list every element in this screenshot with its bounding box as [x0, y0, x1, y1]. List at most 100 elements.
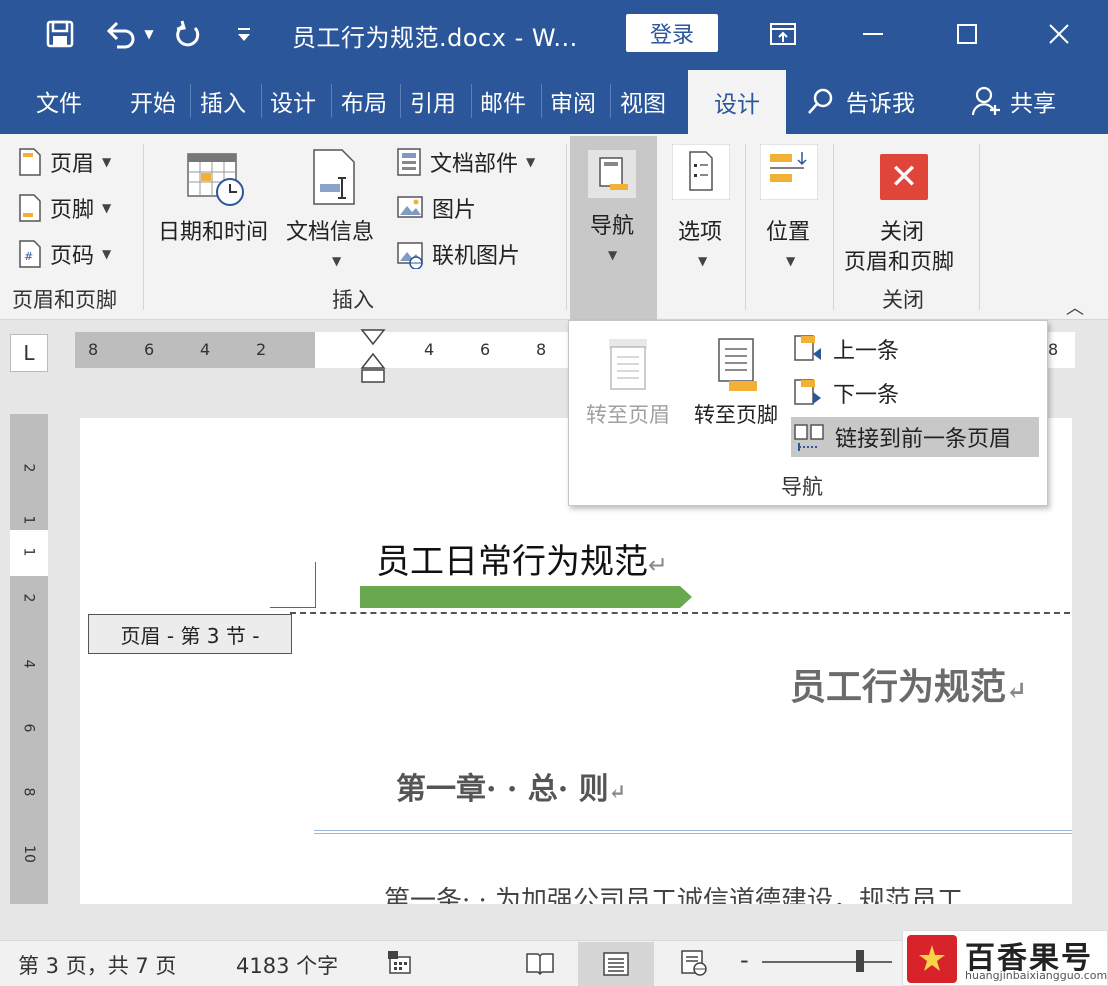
- body-paragraph[interactable]: 第一条· · 为加强公司员工诚信道德建设，规范员工: [384, 880, 963, 904]
- tab-insert[interactable]: 插入: [200, 68, 246, 134]
- online-pictures-button[interactable]: 联机图片: [396, 238, 520, 270]
- close-red-x-icon: ✕: [880, 154, 928, 200]
- page-count[interactable]: 第 3 页，共 7 页: [18, 950, 176, 980]
- indent-marker-icon[interactable]: [360, 328, 386, 384]
- goto-footer-button[interactable]: 转至页脚: [681, 329, 791, 429]
- tab-mailings[interactable]: 邮件: [480, 68, 526, 134]
- chevron-down-icon: ▼: [698, 254, 708, 268]
- ribbon-display-options-icon[interactable]: [766, 14, 800, 54]
- ruler-number: 6: [480, 340, 491, 359]
- chapter-heading[interactable]: 第一章· · 总· 则↵: [396, 764, 626, 808]
- print-layout-icon[interactable]: [578, 942, 654, 986]
- macro-record-icon[interactable]: [384, 946, 416, 980]
- pictures-label: 图片: [432, 198, 477, 223]
- tab-home[interactable]: 开始: [130, 68, 176, 134]
- close-label-line1: 关闭: [880, 220, 925, 245]
- date-time-button[interactable]: 日期和时间: [154, 144, 278, 254]
- chevron-down-icon: ▼: [526, 155, 536, 169]
- goto-header-label: 转至页眉: [586, 403, 670, 427]
- dropdown-group-label: 导航: [781, 475, 823, 499]
- zoom-slider-thumb[interactable]: [856, 950, 864, 972]
- goto-header-button[interactable]: 转至页眉: [573, 329, 683, 429]
- customize-quick-access-icon[interactable]: [232, 14, 256, 54]
- tab-header-footer-design[interactable]: 设计: [688, 70, 786, 134]
- minimize-icon[interactable]: [856, 14, 890, 54]
- position-label: 位置: [766, 220, 811, 245]
- tab-separator: [471, 84, 472, 118]
- tab-separator: [331, 84, 332, 118]
- online-picture-icon: [397, 242, 423, 269]
- tab-layout[interactable]: 布局: [341, 68, 387, 134]
- tab-view[interactable]: 视图: [620, 68, 666, 134]
- navigation-icon: [588, 150, 636, 198]
- chevron-down-icon: ▼: [786, 254, 796, 268]
- navigation-button[interactable]: 导航 ▼: [570, 136, 657, 320]
- online-pictures-label: 联机图片: [432, 244, 521, 269]
- tell-me-search[interactable]: 告诉我: [806, 68, 915, 134]
- ruler-number: 10: [20, 845, 37, 863]
- undo-icon[interactable]: [100, 14, 140, 54]
- tab-design[interactable]: 设计: [270, 68, 316, 134]
- footer-button[interactable]: 页脚 ▼: [18, 192, 111, 224]
- zoom-slider-track[interactable]: [762, 961, 892, 963]
- maximize-icon[interactable]: [950, 14, 984, 54]
- document-info-icon: [313, 149, 355, 205]
- next-section-button[interactable]: 下一条: [791, 373, 899, 413]
- page-number-button[interactable]: # 页码 ▼: [18, 238, 111, 270]
- link-to-previous-button[interactable]: 链接到前一条页眉: [791, 417, 1039, 457]
- group-separator: [745, 144, 746, 310]
- collapse-ribbon-icon[interactable]: ︿: [1066, 294, 1084, 320]
- undo-dropdown-icon[interactable]: ▼: [140, 14, 158, 54]
- chevron-down-icon: ▼: [608, 248, 618, 262]
- chapter-heading-text: 第一章· · 总· 则: [396, 772, 609, 807]
- document-info-button[interactable]: 文档信息 ▼: [284, 144, 384, 274]
- svg-text:#: #: [24, 250, 33, 263]
- header-button[interactable]: 页眉 ▼: [18, 146, 111, 178]
- position-button[interactable]: 位置 ▼: [752, 142, 828, 272]
- close-icon[interactable]: [1042, 14, 1076, 54]
- pictures-button[interactable]: 图片: [396, 192, 476, 224]
- chapter-underline: [314, 830, 1072, 834]
- date-time-label: 日期和时间: [158, 220, 269, 245]
- person-add-icon: [971, 86, 1000, 116]
- ruler-number: 2: [20, 463, 37, 473]
- zoom-out-button[interactable]: -: [740, 946, 749, 974]
- group-separator: [833, 144, 834, 310]
- share-button[interactable]: 共享: [970, 68, 1056, 134]
- ruler-number: 4: [424, 340, 435, 359]
- word-count[interactable]: 4183 个字: [236, 950, 338, 980]
- read-mode-icon[interactable]: [520, 946, 560, 980]
- crop-mark: [270, 562, 316, 608]
- link-to-previous-icon: [794, 424, 824, 451]
- group-separator: [566, 144, 567, 310]
- previous-section-button[interactable]: 上一条: [791, 329, 899, 369]
- tell-me-label: 告诉我: [846, 91, 915, 117]
- title-bar: ▼ 员工行为规范.docx - W... 登录: [0, 0, 1108, 68]
- close-header-footer-button[interactable]: ✕ 关闭 页眉和页脚: [842, 150, 970, 280]
- watermark-logo-icon: [907, 935, 957, 983]
- ruler-number: 8: [536, 340, 547, 359]
- tab-selector[interactable]: L: [10, 334, 48, 372]
- ruler-number: 4: [200, 340, 211, 359]
- watermark-url: huangjinbaixiangguo.com: [965, 969, 1108, 982]
- quick-parts-button[interactable]: 文档部件 ▼: [396, 146, 535, 178]
- ruler-margin: [75, 332, 315, 368]
- web-layout-icon[interactable]: [674, 946, 714, 980]
- ruler-number: 8: [1048, 340, 1059, 359]
- tab-file[interactable]: 文件: [36, 68, 82, 134]
- tab-review[interactable]: 审阅: [550, 68, 596, 134]
- link-to-previous-label: 链接到前一条页眉: [835, 427, 1012, 452]
- document-info-label: 文档信息: [286, 220, 375, 245]
- ruler-number: 8: [88, 340, 99, 359]
- options-button[interactable]: 选项 ▼: [664, 142, 740, 272]
- save-icon[interactable]: [42, 14, 78, 54]
- redo-icon[interactable]: [170, 14, 206, 54]
- body-title[interactable]: 员工行为规范↵: [790, 658, 1027, 710]
- picture-icon: [397, 196, 423, 218]
- tab-references[interactable]: 引用: [410, 68, 456, 134]
- header-title[interactable]: 员工日常行为规范↵: [376, 534, 668, 583]
- chevron-down-icon: ▼: [102, 201, 112, 215]
- chevron-down-icon: ▼: [332, 254, 342, 268]
- login-button[interactable]: 登录: [626, 14, 718, 52]
- ruler-number: 2: [20, 593, 37, 603]
